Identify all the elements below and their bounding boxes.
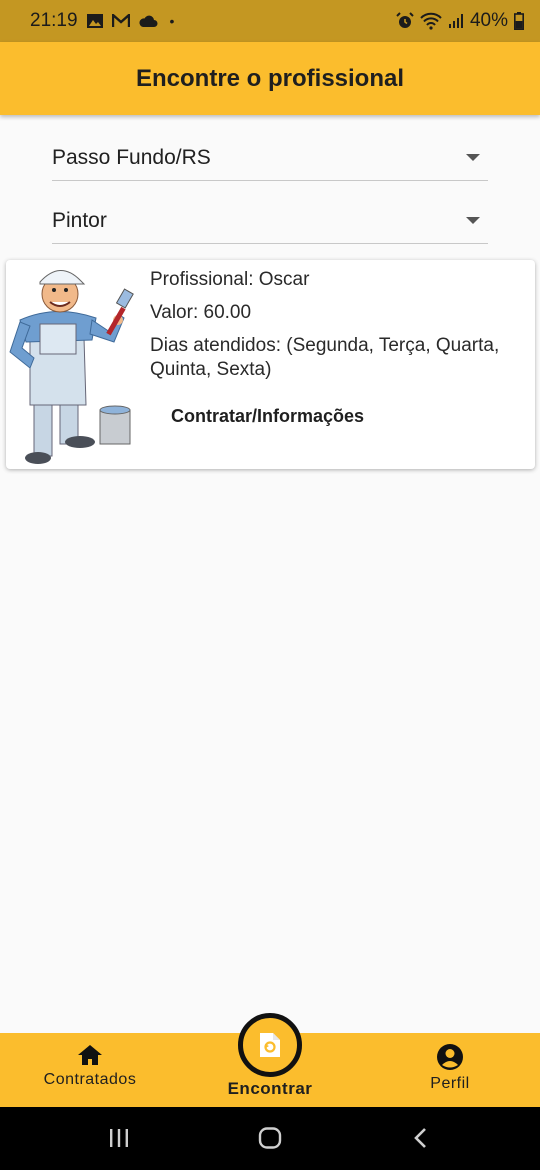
- find-document-icon: [260, 1033, 280, 1057]
- nav-label-encontrar: Encontrar: [227, 1079, 313, 1098]
- hire-info-button[interactable]: Contratar/Informações: [156, 404, 379, 428]
- page-title: Encontre o profissional: [135, 64, 405, 92]
- nav-label-contratados: Contratados: [43, 1071, 137, 1088]
- chevron-down-icon: [466, 154, 480, 161]
- professional-card: Profissional: Oscar Valor: 60.00 Dias at…: [6, 260, 535, 469]
- status-bar: 21:19 • 40%: [0, 0, 540, 42]
- profession-dropdown-value: Pintor: [52, 208, 107, 232]
- back-icon[interactable]: [412, 1127, 430, 1149]
- status-left: 21:19 •: [30, 10, 174, 32]
- bottom-nav: Contratados Encontrar Perfil: [0, 1013, 540, 1107]
- nav-item-contratados[interactable]: Contratados: [30, 1033, 150, 1107]
- profession-dropdown[interactable]: Pintor: [52, 198, 488, 244]
- home-button-icon[interactable]: [258, 1127, 282, 1149]
- chevron-down-icon: [466, 217, 480, 224]
- professional-days: Dias atendidos: (Segunda, Terça, Quarta,…: [150, 335, 500, 380]
- professional-name: Profissional: Oscar: [150, 269, 310, 290]
- status-time: 21:19: [30, 10, 78, 31]
- status-right: 40%: [396, 10, 524, 32]
- wifi-icon: [420, 12, 442, 30]
- city-dropdown-value: Passo Fundo/RS: [52, 145, 211, 169]
- city-dropdown[interactable]: Passo Fundo/RS: [52, 135, 488, 181]
- image-icon: [86, 14, 103, 28]
- gmail-icon: [111, 14, 130, 27]
- signal-icon: [448, 14, 463, 28]
- recents-icon[interactable]: [108, 1127, 130, 1149]
- battery-percent: 40%: [469, 10, 508, 31]
- battery-icon: [514, 12, 524, 30]
- cloud-icon: [138, 15, 158, 27]
- status-dot: •: [169, 13, 175, 29]
- nav-item-perfil[interactable]: Perfil: [400, 1033, 500, 1107]
- alarm-icon: [396, 12, 414, 28]
- card-details: Profissional: Oscar Valor: 60.00 Dias at…: [150, 268, 530, 391]
- nav-label-perfil: Perfil: [430, 1075, 470, 1092]
- professional-value: Valor: 60.00: [150, 302, 252, 323]
- app-bar: Encontre o profissional: [0, 42, 540, 115]
- system-nav-bar: [0, 1107, 540, 1170]
- painter-illustration: [9, 270, 134, 464]
- account-circle-icon: [437, 1044, 463, 1070]
- find-button-circle: [238, 1013, 302, 1077]
- nav-item-encontrar[interactable]: Encontrar: [210, 1013, 330, 1107]
- home-icon: [78, 1045, 102, 1065]
